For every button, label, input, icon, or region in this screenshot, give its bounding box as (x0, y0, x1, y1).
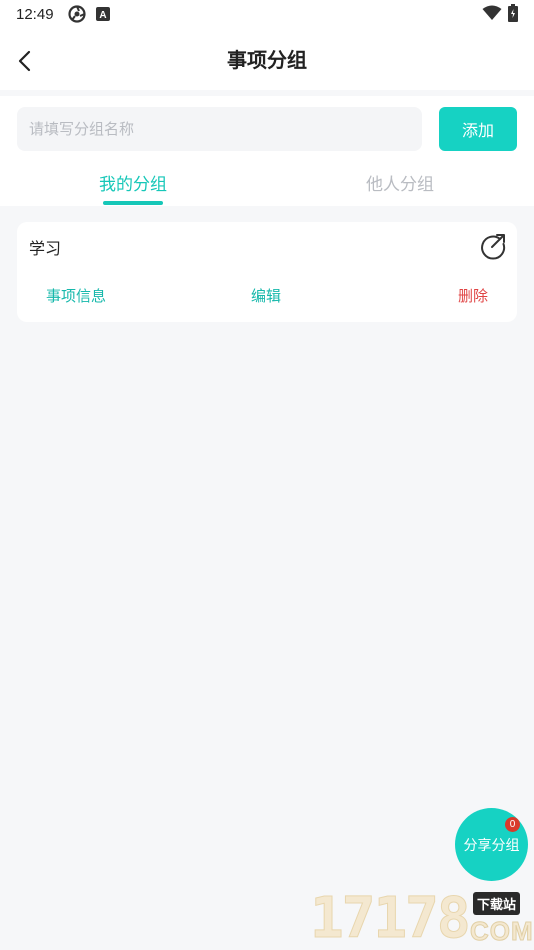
status-bar: 12:49 A (0, 0, 534, 28)
share-count-badge: 0 (505, 817, 520, 832)
tab-my-groups[interactable]: 我的分组 (53, 170, 213, 195)
nav-bar: 事项分组 (0, 28, 534, 90)
watermark-suffix: COM (470, 916, 534, 947)
watermark-tag: 下载站 (473, 892, 521, 915)
status-time: 12:49 (16, 5, 54, 23)
group-name-input[interactable] (17, 107, 422, 151)
watermark-digits: 17178 (310, 886, 472, 950)
keyboard-a-icon: A (95, 7, 110, 21)
group-info-button[interactable]: 事项信息 (46, 285, 106, 306)
keyboard-letter: A (99, 10, 106, 21)
group-edit-button[interactable]: 编辑 (251, 285, 281, 306)
active-tab-indicator (103, 201, 163, 205)
group-delete-button[interactable]: 删除 (458, 285, 488, 306)
battery-icon (508, 4, 518, 26)
tab-others-groups[interactable]: 他人分组 (320, 170, 480, 195)
group-card: 学习 事项信息 编辑 删除 (17, 222, 517, 322)
hotspot-icon (67, 5, 86, 23)
watermark-logo: 17178 下载站 COM (310, 886, 534, 950)
add-button[interactable]: 添加 (439, 107, 517, 151)
share-group-label: 分享分组 (463, 837, 520, 854)
wifi-icon (482, 5, 502, 25)
share-out-icon[interactable] (479, 232, 507, 260)
add-group-panel: 添加 我的分组 他人分组 (0, 96, 534, 206)
page-title: 事项分组 (227, 48, 307, 72)
group-name: 学习 (29, 239, 62, 258)
